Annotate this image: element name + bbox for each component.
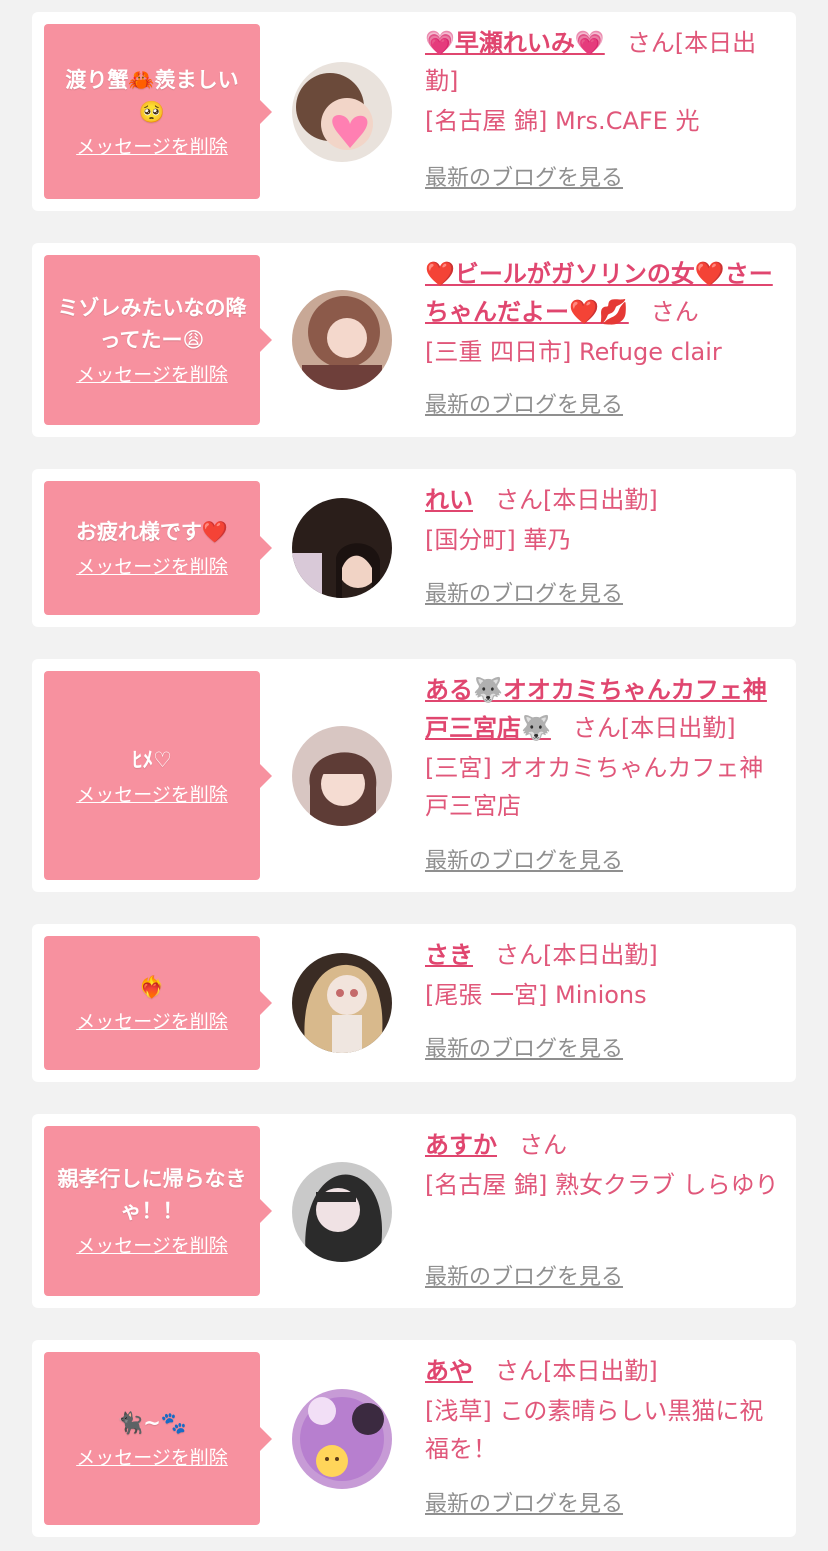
avatar[interactable]	[292, 1162, 392, 1262]
delete-message-link[interactable]: メッセージを削除	[76, 782, 228, 808]
message-list: 渡り蟹🦀羨ましい🥺 メッセージを削除 💗早瀬れいみ💗 さん[本日出勤] [名古屋 …	[0, 0, 828, 1551]
message-card: ミゾレみたいなの降ってたー😩 メッセージを削除 ❤️ビールがガソリンの女❤️さー…	[32, 243, 796, 437]
card-info: あや さん[本日出勤] [浅草] この素晴らしい黒猫に祝福を！	[425, 1352, 785, 1468]
shop-info: [名古屋 錦] 熟女クラブ しらゆり	[425, 1171, 779, 1199]
blog-link[interactable]: 最新のブログを見る	[425, 164, 623, 194]
cast-status: さん[本日出勤]	[495, 1357, 658, 1385]
shop-info: [三重 四日市] Refuge clair	[425, 338, 722, 366]
message-text: 🐈‍⬛~🐾	[117, 1410, 187, 1435]
shop-info: [三宮] オオカミちゃんカフェ神戸三宮店	[425, 754, 764, 820]
shop-info: [国分町] 華乃	[425, 526, 572, 554]
cast-name-link[interactable]: 💗早瀬れいみ💗	[425, 29, 605, 57]
message-card: 🐈‍⬛~🐾 メッセージを削除 あや さん[本日出勤] [浅草] この素晴らしい黒猫…	[32, 1340, 796, 1537]
cast-name-link[interactable]: あや	[425, 1357, 473, 1385]
cast-name-link[interactable]: さき	[425, 941, 473, 969]
blog-link[interactable]: 最新のブログを見る	[425, 1490, 623, 1520]
message-bubble: ミゾレみたいなの降ってたー😩 メッセージを削除	[44, 255, 272, 425]
delete-message-link[interactable]: メッセージを削除	[76, 362, 228, 388]
message-text: 親孝行しに帰らなきゃ！！	[57, 1167, 247, 1223]
cast-status: さん	[519, 1131, 567, 1159]
blog-link[interactable]: 最新のブログを見る	[425, 1263, 623, 1293]
message-text: お疲れ様です❤️	[75, 520, 229, 544]
message-card: ﾋﾒ♡ メッセージを削除 ある🐺オオカミちゃんカフェ神戸三宮店🐺 さん[本日出勤]…	[32, 659, 796, 892]
message-card: 親孝行しに帰らなきゃ！！ メッセージを削除 あすか さん [名古屋 錦] 熟女クラ…	[32, 1114, 796, 1308]
message-bubble: 🐈‍⬛~🐾 メッセージを削除	[44, 1352, 272, 1525]
blog-link[interactable]: 最新のブログを見る	[425, 580, 623, 610]
message-bubble: ﾋﾒ♡ メッセージを削除	[44, 671, 272, 880]
card-info: ❤️ビールがガソリンの女❤️さーちゃんだよー❤️💋 さん [三重 四日市] Ref…	[425, 255, 785, 371]
avatar[interactable]	[292, 726, 392, 826]
card-info: 💗早瀬れいみ💗 さん[本日出勤] [名古屋 錦] Mrs.CAFE 光	[425, 24, 785, 140]
message-bubble: 親孝行しに帰らなきゃ！！ メッセージを削除	[44, 1126, 272, 1296]
cast-name-link[interactable]: あすか	[425, 1131, 497, 1159]
card-info: ある🐺オオカミちゃんカフェ神戸三宮店🐺 さん[本日出勤] [三宮] オオカミちゃん…	[425, 671, 785, 825]
card-info: さき さん[本日出勤] [尾張 一宮] Minions	[425, 936, 785, 1014]
delete-message-link[interactable]: メッセージを削除	[76, 1445, 228, 1471]
avatar[interactable]	[292, 62, 392, 162]
message-bubble: お疲れ様です❤️ メッセージを削除	[44, 481, 272, 615]
avatar[interactable]	[292, 498, 392, 598]
shop-info: [名古屋 錦] Mrs.CAFE 光	[425, 107, 700, 135]
message-text: ❤️‍🔥	[138, 975, 166, 999]
cast-name-link[interactable]: ❤️ビールがガソリンの女❤️さーちゃんだよー❤️💋	[425, 260, 773, 326]
message-card: ❤️‍🔥 メッセージを削除 さき さん[本日出勤] [尾張 一宮] Minions…	[32, 924, 796, 1082]
message-bubble: ❤️‍🔥 メッセージを削除	[44, 936, 272, 1070]
delete-message-link[interactable]: メッセージを削除	[76, 554, 228, 580]
shop-info: [浅草] この素晴らしい黒猫に祝福を！	[425, 1397, 764, 1463]
message-card: 渡り蟹🦀羨ましい🥺 メッセージを削除 💗早瀬れいみ💗 さん[本日出勤] [名古屋 …	[32, 12, 796, 211]
message-bubble: 渡り蟹🦀羨ましい🥺 メッセージを削除	[44, 24, 272, 199]
avatar[interactable]	[292, 290, 392, 390]
cast-name-link[interactable]: れい	[425, 486, 473, 514]
cast-status: さん	[650, 298, 699, 326]
cast-status: さん[本日出勤]	[495, 486, 658, 514]
cast-status: さん[本日出勤]	[495, 941, 658, 969]
cast-status: さん[本日出勤]	[572, 714, 736, 742]
blog-link[interactable]: 最新のブログを見る	[425, 391, 623, 421]
message-text: ﾋﾒ♡	[132, 747, 172, 772]
message-text: 渡り蟹🦀羨ましい🥺	[65, 67, 239, 124]
message-text: ミゾレみたいなの降ってたー😩	[57, 296, 247, 352]
card-info: あすか さん [名古屋 錦] 熟女クラブ しらゆり	[425, 1126, 785, 1204]
avatar[interactable]	[292, 953, 392, 1053]
avatar[interactable]	[292, 1389, 392, 1489]
delete-message-link[interactable]: メッセージを削除	[76, 1233, 228, 1259]
card-info: れい さん[本日出勤] [国分町] 華乃	[425, 481, 785, 559]
delete-message-link[interactable]: メッセージを削除	[76, 134, 228, 160]
delete-message-link[interactable]: メッセージを削除	[76, 1009, 228, 1035]
message-card: お疲れ様です❤️ メッセージを削除 れい さん[本日出勤] [国分町] 華乃 最新…	[32, 469, 796, 627]
blog-link[interactable]: 最新のブログを見る	[425, 847, 623, 877]
shop-info: [尾張 一宮] Minions	[425, 981, 647, 1009]
blog-link[interactable]: 最新のブログを見る	[425, 1035, 623, 1065]
